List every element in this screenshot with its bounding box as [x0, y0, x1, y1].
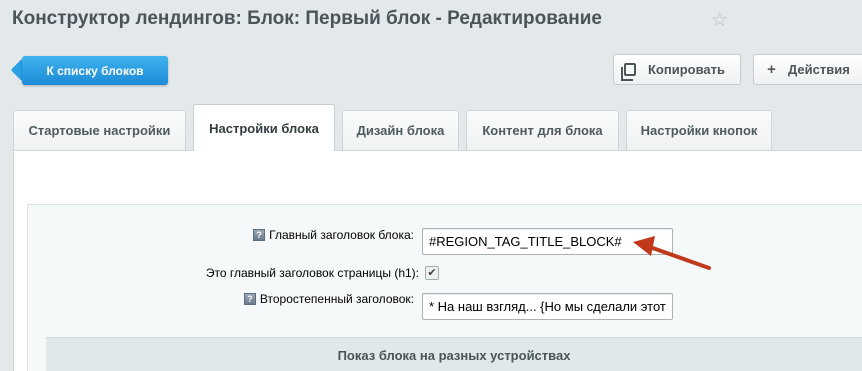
tab-label: Контент для блока: [482, 123, 603, 138]
help-icon[interactable]: ?: [253, 229, 266, 241]
tab-block-settings[interactable]: Настройки блока: [193, 104, 335, 151]
tab-label: Дизайн блока: [356, 123, 445, 138]
tab-block-content[interactable]: Контент для блока: [466, 110, 619, 150]
help-icon[interactable]: ?: [243, 293, 256, 305]
h1-label: Это главный заголовок страницы (h1):: [205, 266, 419, 280]
tab-label: Настройки кнопок: [640, 123, 758, 138]
devices-section-title: Показ блока на разных устройствах: [337, 348, 571, 363]
tab-bar: Стартовые настройки Настройки блока Диза…: [0, 104, 862, 151]
main-title-label-text: Главный заголовок блока:: [269, 228, 414, 242]
page-title: Конструктор лендингов: Блок: Первый блок…: [12, 8, 602, 29]
h1-checkbox[interactable]: ✔: [425, 266, 439, 280]
tab-start-settings[interactable]: Стартовые настройки: [13, 110, 186, 150]
tab-block-design[interactable]: Дизайн блока: [342, 110, 459, 150]
plus-icon: +: [767, 61, 776, 78]
back-to-list-label: К списку блоков: [46, 63, 144, 78]
copy-button[interactable]: Копировать: [613, 54, 741, 85]
arrow-head: [633, 236, 655, 256]
devices-section-header: Показ блока на разных устройствах: [46, 337, 862, 371]
back-to-list-button[interactable]: К списку блоков: [22, 56, 168, 85]
actions-button[interactable]: + Действия: [753, 54, 862, 85]
copy-label: Копировать: [648, 62, 726, 77]
subtitle-label: ? Второстепенный заголовок:: [243, 292, 414, 306]
arrow-shaft: [645, 244, 711, 270]
subtitle-label-text: Второстепенный заголовок:: [259, 292, 414, 306]
annotation-arrow: [633, 236, 711, 270]
actions-label: Действия: [788, 62, 850, 77]
main-title-label: ? Главный заголовок блока:: [253, 228, 414, 242]
star-icon[interactable]: ☆: [711, 9, 728, 32]
tab-label: Стартовые настройки: [28, 123, 171, 138]
copy-icon: [621, 63, 636, 81]
tab-button-settings[interactable]: Настройки кнопок: [626, 110, 772, 150]
tab-label: Настройки блока: [209, 120, 319, 136]
subtitle-input[interactable]: * На наш взгляд... {Но мы сделали этот: [422, 293, 673, 320]
